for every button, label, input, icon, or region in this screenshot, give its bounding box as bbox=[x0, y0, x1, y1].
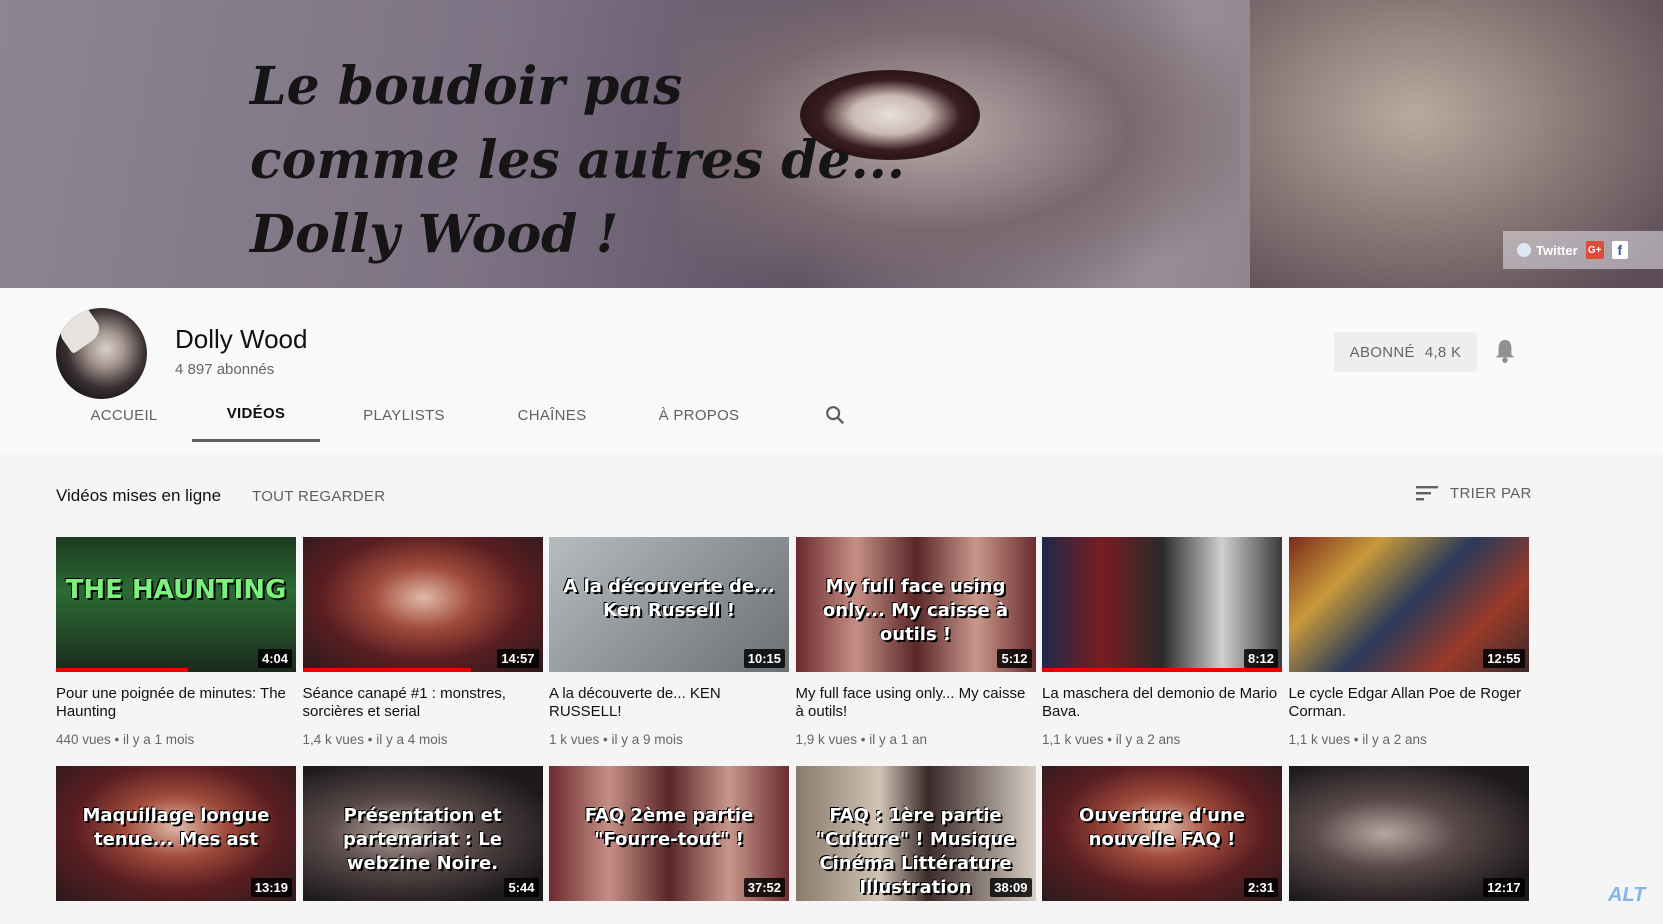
video-duration: 4:04 bbox=[257, 649, 292, 668]
thumbnail-text: A la découverte de... Ken Russell ! bbox=[563, 575, 775, 621]
video-meta: 1,1 k vues • il y a 2 ans bbox=[1288, 732, 1427, 747]
thumbnail-text: Maquillage longue tenue... Mes ast bbox=[82, 804, 270, 850]
video-title[interactable]: Séance canapé #1 : monstres, sorcières e… bbox=[303, 685, 543, 721]
video-duration: 37:52 bbox=[743, 878, 785, 897]
banner-quote-line: comme les autres de... bbox=[250, 130, 905, 191]
banner-quote-line: Le boudoir pas bbox=[250, 56, 683, 117]
video-thumbnail[interactable]: Ouverture d'une nouvelle FAQ ! 2:31 bbox=[1042, 766, 1282, 901]
thumbnail-text: Ouverture d'une nouvelle FAQ ! bbox=[1079, 804, 1245, 850]
video-duration: 10:15 bbox=[743, 649, 785, 668]
tab-a-propos[interactable]: À PROPOS bbox=[630, 388, 768, 442]
google-plus-link[interactable]: G+ bbox=[1585, 241, 1604, 259]
video-card[interactable]: My full face using only... My caisse à o… bbox=[795, 537, 1036, 747]
video-title[interactable]: La maschera del demonio de Mario Bava. bbox=[1042, 685, 1282, 721]
video-thumbnail[interactable]: 8:12 bbox=[1042, 537, 1282, 672]
subscribe-label: ABONNÉ bbox=[1349, 343, 1415, 361]
video-card[interactable]: 12:55 Le cycle Edgar Allan Poe de Roger C… bbox=[1288, 537, 1529, 747]
watch-progress bbox=[1042, 668, 1282, 672]
avatar[interactable] bbox=[56, 308, 147, 399]
tab-accueil[interactable]: ACCUEIL bbox=[66, 388, 182, 442]
video-card[interactable]: Ouverture d'une nouvelle FAQ ! 2:31 bbox=[1042, 766, 1282, 901]
channel-name: Dolly Wood bbox=[175, 324, 308, 354]
sort-button[interactable]: TRIER PAR bbox=[1416, 484, 1532, 502]
tab-videos[interactable]: VIDÉOS bbox=[192, 388, 320, 442]
video-duration: 8:12 bbox=[1243, 649, 1278, 668]
search-icon bbox=[826, 406, 845, 425]
video-title[interactable]: Pour une poignée de minutes: The Hauntin… bbox=[56, 685, 296, 721]
video-duration: 2:31 bbox=[1243, 878, 1278, 897]
section-title: Vidéos mises en ligne bbox=[56, 486, 222, 505]
thumbnail-text: My full face using only... My caisse à o… bbox=[822, 575, 1009, 645]
bell-icon[interactable] bbox=[1494, 338, 1516, 364]
video-duration: 5:44 bbox=[504, 878, 539, 897]
video-meta: 1,4 k vues • il y a 4 mois bbox=[302, 732, 448, 747]
video-duration: 12:55 bbox=[1483, 649, 1525, 668]
avatar-hair bbox=[56, 308, 105, 355]
facebook-link[interactable]: f bbox=[1611, 241, 1628, 259]
video-meta: 1,9 k vues • il y a 1 an bbox=[795, 732, 928, 747]
video-card[interactable]: Présentation et partenariat : Le webzine… bbox=[302, 766, 543, 901]
sort-icon bbox=[1416, 486, 1438, 501]
video-meta: 1,1 k vues • il y a 2 ans bbox=[1042, 732, 1181, 747]
banner-quote-line: Dolly Wood ! bbox=[250, 204, 619, 265]
video-duration: 38:09 bbox=[990, 878, 1032, 897]
video-title[interactable]: Le cycle Edgar Allan Poe de Roger Corman… bbox=[1289, 685, 1529, 721]
videos-section: Vidéos mises en ligne TOUT REGARDER TRIE… bbox=[0, 454, 1663, 924]
video-duration: 5:12 bbox=[997, 649, 1032, 668]
video-card[interactable]: 12:17 bbox=[1288, 766, 1529, 901]
channel-header: Dolly Wood 4 897 abonnés ABONNÉ 4,8 K AC… bbox=[0, 288, 1663, 454]
sort-label: TRIER PAR bbox=[1450, 484, 1532, 502]
video-thumbnail[interactable]: 12:55 bbox=[1288, 537, 1529, 672]
video-thumbnail[interactable]: FAQ 2ème partie "Fourre-tout" ! 37:52 bbox=[549, 766, 789, 901]
video-thumbnail[interactable]: A la découverte de... Ken Russell ! 10:15 bbox=[549, 537, 789, 672]
video-card[interactable]: A la découverte de... Ken Russell ! 10:15… bbox=[549, 537, 789, 747]
video-card[interactable]: THE HAUNTING 4:04 Pour une poignée de minu… bbox=[56, 537, 296, 747]
thumbnail-text: THE HAUNTING bbox=[65, 574, 287, 605]
play-all-button[interactable]: TOUT REGARDER bbox=[252, 488, 385, 505]
video-duration: 13:19 bbox=[250, 878, 292, 897]
video-meta: 440 vues • il y a 1 mois bbox=[56, 732, 195, 747]
video-card[interactable]: 14:57 Séance canapé #1 : monstres, sorciè… bbox=[302, 537, 543, 747]
video-duration: 14:57 bbox=[497, 649, 539, 668]
video-card[interactable]: FAQ : 1ère partie "Culture" ! Musique Ci… bbox=[795, 766, 1036, 901]
youtube-channel-page: Le boudoir pas comme les autres de... Do… bbox=[0, 0, 1663, 924]
channel-banner: Le boudoir pas comme les autres de... Do… bbox=[0, 0, 1663, 288]
twitter-label: Twitter bbox=[1536, 242, 1578, 258]
tab-chaines[interactable]: CHAÎNES bbox=[492, 388, 612, 442]
thumbnail-text: FAQ 2ème partie "Fourre-tout" ! bbox=[584, 804, 754, 850]
video-thumbnail[interactable]: THE HAUNTING 4:04 bbox=[56, 537, 296, 672]
banner-quote: Le boudoir pas comme les autres de... Do… bbox=[250, 50, 905, 272]
video-thumbnail[interactable]: Maquillage longue tenue... Mes ast 13:19 bbox=[56, 766, 296, 901]
video-thumbnail[interactable]: FAQ : 1ère partie "Culture" ! Musique Ci… bbox=[795, 766, 1036, 901]
channel-watermark: ALT bbox=[1608, 884, 1646, 906]
video-title[interactable]: A la découverte de... KEN RUSSELL! bbox=[549, 685, 789, 721]
subscribe-count: 4,8 K bbox=[1424, 343, 1462, 361]
video-thumbnail[interactable]: 14:57 bbox=[302, 537, 543, 672]
globe-icon bbox=[1517, 243, 1531, 257]
video-duration: 12:17 bbox=[1483, 878, 1525, 897]
watch-progress bbox=[56, 668, 188, 672]
thumbnail-text: Présentation et partenariat : Le webzine… bbox=[343, 804, 502, 874]
subscribe-button[interactable]: ABONNÉ 4,8 K bbox=[1334, 332, 1477, 372]
tab-playlists[interactable]: PLAYLISTS bbox=[326, 388, 482, 442]
channel-search-button[interactable] bbox=[810, 388, 860, 442]
video-thumbnail[interactable]: My full face using only... My caisse à o… bbox=[795, 537, 1036, 672]
video-title[interactable]: My full face using only... My caisse à o… bbox=[796, 685, 1036, 721]
video-thumbnail[interactable]: 12:17 bbox=[1288, 766, 1529, 901]
watch-progress bbox=[302, 668, 471, 672]
social-links: Twitter G+ f bbox=[1503, 231, 1663, 269]
channel-tabs: ACCUEIL VIDÉOS PLAYLISTS CHAÎNES À PROPO… bbox=[66, 388, 860, 442]
video-card[interactable]: 8:12 La maschera del demonio de Mario Bav… bbox=[1042, 537, 1282, 747]
twitter-link[interactable]: Twitter bbox=[1517, 243, 1578, 258]
video-thumbnail[interactable]: Présentation et partenariat : Le webzine… bbox=[302, 766, 543, 901]
subscriber-count: 4 897 abonnés bbox=[175, 361, 275, 378]
video-card[interactable]: FAQ 2ème partie "Fourre-tout" ! 37:52 bbox=[549, 766, 789, 901]
video-card[interactable]: Maquillage longue tenue... Mes ast 13:19 bbox=[56, 766, 296, 901]
video-meta: 1 k vues • il y a 9 mois bbox=[549, 732, 683, 747]
